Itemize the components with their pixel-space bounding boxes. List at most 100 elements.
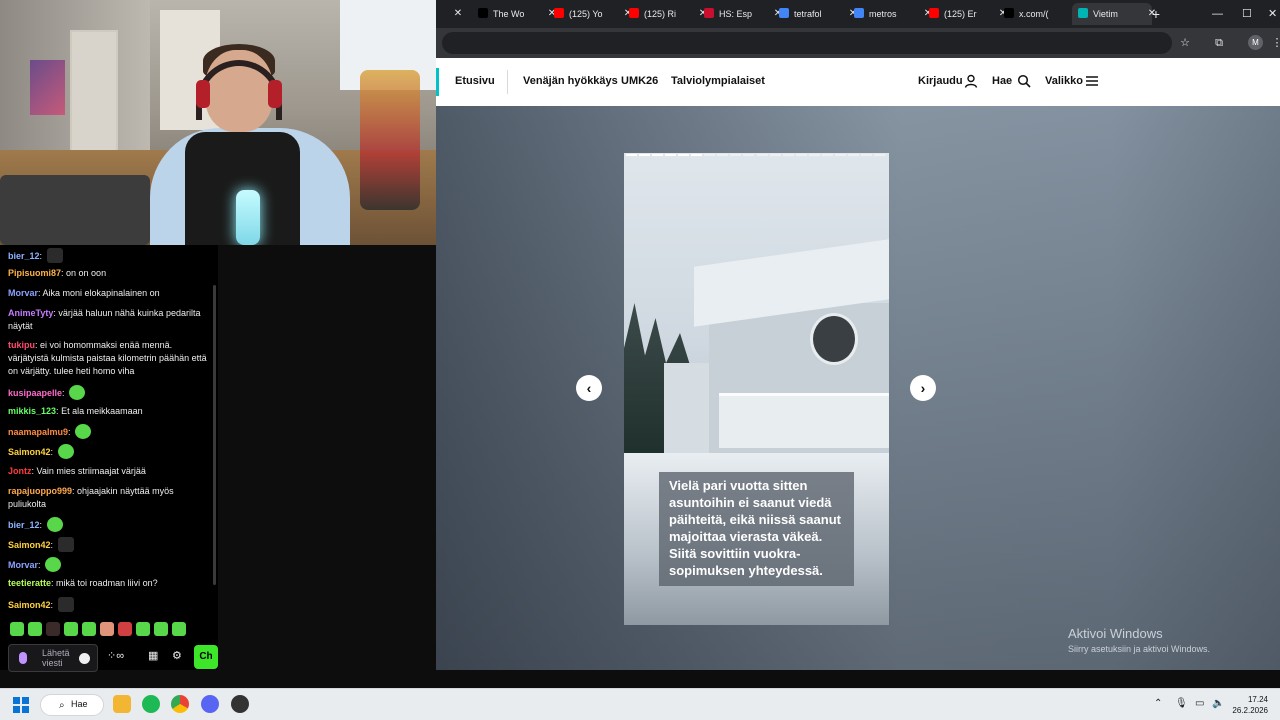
taskbar-search[interactable]: ⌕ Hae (40, 694, 104, 716)
tab-label: The Wo (493, 9, 525, 19)
search-link[interactable]: Hae (992, 75, 1012, 87)
tray-volume-icon[interactable]: 🔈 (1212, 698, 1224, 709)
browser-menu-icon[interactable]: ⋮ (1270, 36, 1280, 50)
browser-tab[interactable]: x.com/( (1004, 3, 1062, 25)
progress-segment (769, 154, 781, 156)
windows-activation-watermark: Aktivoi Windows Siirry asetuksiin ja akt… (1068, 626, 1210, 654)
chat-emote (57, 444, 74, 459)
tray-display-icon[interactable]: ▭ (1195, 698, 1204, 709)
site-header: Etusivu Venäjän hyökkäys UMK26 Talviolym… (436, 58, 1280, 106)
progress-segment (665, 154, 677, 156)
chat-username[interactable]: rapajuoppo999 (8, 486, 72, 496)
nav-home-link[interactable]: Etusivu (455, 75, 495, 87)
nav-link-umk26[interactable]: UMK26 (621, 75, 658, 87)
progress-segment (873, 154, 885, 156)
story-slide[interactable]: Vielä pari vuotta sitten asuntoihin ei s… (624, 153, 889, 625)
browser-tab[interactable]: Vietim (1072, 3, 1152, 25)
chat-username[interactable]: teetieratte (8, 578, 51, 588)
x-icon (1004, 8, 1014, 18)
bits-icon[interactable]: ⁘∞ (107, 650, 124, 664)
chat-message: AnimeTyty: värjää haluun nähä kuinka ped… (8, 308, 201, 331)
youtube-icon (554, 8, 564, 18)
chat-username[interactable]: Pipisuomi87 (8, 268, 61, 278)
emote-bar[interactable] (8, 622, 208, 638)
extensions-icon[interactable]: ⧉ (1212, 36, 1226, 50)
chat-username[interactable]: bier_12 (8, 520, 40, 530)
spotify-icon[interactable] (142, 695, 160, 713)
browser-tab[interactable]: HS: Esp (704, 3, 762, 25)
tray-mic-icon[interactable]: 🎙 (1175, 698, 1188, 709)
chat-username[interactable]: Saimon42 (8, 540, 51, 550)
chat-username[interactable]: naamapalmu9 (8, 427, 68, 437)
chat-username[interactable]: Jontz (8, 466, 32, 476)
chat-username[interactable]: AnimeTyty (8, 308, 53, 318)
chat-message: mikkis_123: Et ala meikkaamaan (8, 406, 143, 416)
menu-link[interactable]: Valikko (1045, 75, 1083, 87)
webcam-feed (0, 0, 436, 245)
new-tab-button[interactable]: + (1149, 3, 1163, 25)
browser-tab[interactable]: (125) Ri (629, 3, 687, 25)
hamburger-menu-icon[interactable] (1085, 74, 1099, 88)
file-explorer-icon[interactable] (113, 695, 131, 713)
search-icon: ⌕ (59, 700, 65, 711)
start-button[interactable] (13, 697, 29, 713)
address-bar[interactable] (442, 32, 1172, 54)
profile-avatar[interactable]: M (1248, 35, 1263, 50)
browser-tab[interactable]: The Wo (478, 3, 536, 25)
browser-window: ✕ The Wo ✕ (125) Yo ✕ (125) Ri ✕ HS: Esp ✕ tetra… (436, 0, 1280, 670)
chat-username[interactable]: mikkis_123 (8, 406, 56, 416)
nav-link-talviolympialaiset[interactable]: Talviolympialaiset (671, 75, 765, 87)
search-icon[interactable] (1017, 74, 1031, 88)
chat-message: rapajuoppo999: ohjaajakin näyttää myös p… (8, 486, 174, 509)
clock-time: 17.24 (1247, 695, 1268, 704)
chat-username[interactable]: Saimon42 (8, 600, 51, 610)
minimize-icon[interactable]: — (1212, 3, 1223, 25)
progress-segment (847, 154, 859, 156)
chrome-icon[interactable] (171, 695, 189, 713)
close-window-icon[interactable]: ✕ (1268, 3, 1277, 25)
close-tab-icon[interactable]: ✕ (451, 3, 465, 25)
chat-username[interactable]: Morvar (8, 560, 38, 570)
chat-scrollbar[interactable] (213, 285, 216, 585)
chat-username[interactable]: kusipaapelle (8, 388, 62, 398)
browser-tab[interactable]: metros (854, 3, 912, 25)
browser-tab[interactable]: (125) Er (929, 3, 987, 25)
nav-link-venajan-hyokkays[interactable]: Venäjän hyökkäys (523, 75, 618, 87)
story-progress (626, 154, 887, 156)
chat-text: mikä toi roadman liivi on? (56, 578, 158, 588)
settings-icon[interactable]: ⚙ (172, 650, 182, 664)
maximize-icon[interactable]: ☐ (1242, 3, 1252, 25)
chat-username[interactable]: tukipu (8, 340, 35, 350)
chat-send-button[interactable]: Ch (194, 645, 218, 669)
tray-expand-icon[interactable]: ⌃ (1154, 698, 1162, 709)
watermark-title: Aktivoi Windows (1068, 626, 1163, 641)
tab-label: (125) Er (944, 9, 977, 19)
chat-message: kusipaapelle: (8, 385, 208, 400)
mic-icon[interactable] (19, 652, 27, 664)
taskbar-clock[interactable]: 17.24 26.2.2026 (1228, 694, 1268, 716)
user-icon[interactable] (964, 74, 978, 88)
store-icon[interactable]: ▦ (148, 650, 158, 664)
discord-icon[interactable] (201, 695, 219, 713)
emoji-icon[interactable] (79, 653, 90, 664)
chat-message: Saimon42: (8, 537, 208, 552)
browser-tab[interactable]: tetrafol (779, 3, 837, 25)
bookmark-star-icon[interactable]: ☆ (1178, 36, 1192, 50)
x-icon (478, 8, 488, 18)
chat-message: Saimon42: (8, 597, 208, 612)
chat-message: naamapalmu9: (8, 424, 208, 439)
chat-username[interactable]: bier_12 (8, 251, 40, 261)
progress-segment (860, 154, 872, 156)
chat-username[interactable]: Saimon42 (8, 447, 51, 457)
chat-input[interactable]: Lähetä viesti (8, 644, 98, 672)
google-icon (854, 8, 864, 18)
chat-message: bier_12: (8, 517, 208, 532)
next-slide-button[interactable]: › (910, 375, 936, 401)
browser-tab[interactable]: (125) Yo (554, 3, 612, 25)
obs-icon[interactable] (231, 695, 249, 713)
tab-label: x.com/( (1019, 9, 1049, 19)
chat-username[interactable]: Morvar (8, 288, 38, 298)
login-link[interactable]: Kirjaudu (918, 75, 963, 87)
progress-segment (691, 154, 703, 156)
previous-slide-button[interactable]: ‹ (576, 375, 602, 401)
